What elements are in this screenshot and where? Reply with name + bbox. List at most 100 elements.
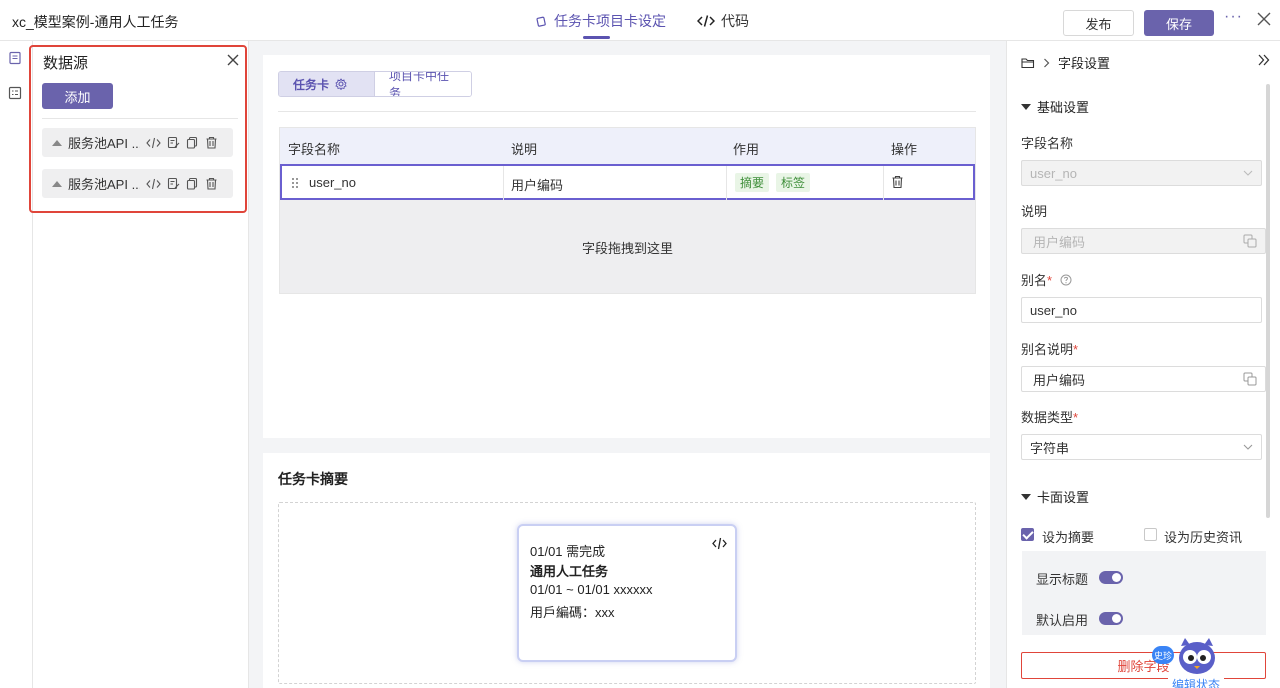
alias-value: user_no: [1030, 302, 1077, 318]
data-type-label-text: 数据类型: [1021, 410, 1074, 425]
label-tag: 标签: [776, 173, 811, 192]
code-icon[interactable]: [146, 137, 161, 149]
code-icon[interactable]: [712, 537, 727, 550]
assistant-tip: 编辑状态: [1168, 676, 1225, 688]
segment-project-card-task[interactable]: 项目卡中任务: [374, 72, 471, 96]
chevron-down-icon: [1243, 444, 1253, 450]
alias-label: 别名*: [1021, 270, 1072, 289]
column-header: 说明: [511, 142, 538, 157]
tab-code[interactable]: 代码: [697, 11, 749, 31]
close-icon[interactable]: [226, 53, 240, 67]
datasource-item-label: 服务池API ...: [68, 177, 140, 192]
preview-title: 通用人工任务: [530, 564, 609, 579]
card-type-segmented: 任务卡 项目卡中任务: [278, 71, 472, 97]
field-name-select: user_no: [1021, 160, 1262, 186]
description-label: 说明: [1021, 204, 1048, 219]
column-header: 操作: [891, 142, 918, 157]
help-icon[interactable]: [1060, 274, 1072, 286]
table-row[interactable]: user_no 用户编码 摘要 标签: [280, 164, 975, 200]
basic-settings-section[interactable]: 基础设置: [1021, 97, 1089, 116]
preview-due: 01/01 需完成: [530, 544, 606, 559]
alias-desc-label: 别名说明*: [1021, 342, 1079, 357]
alias-desc-input[interactable]: 用户编码: [1021, 366, 1266, 392]
datasource-item[interactable]: 服务池API ...: [42, 128, 233, 157]
caret-down-icon: [1021, 103, 1031, 110]
preview-date-range: 01/01 ~ 01/01 xxxxxx: [530, 582, 653, 597]
assistant-badge: 史珍: [1152, 646, 1174, 664]
add-datasource-button[interactable]: 添加: [42, 83, 113, 109]
breadcrumb: 字段设置: [1021, 53, 1110, 72]
drop-zone-hint[interactable]: 字段拖拽到这里: [280, 238, 975, 257]
folder-icon: [1021, 57, 1035, 68]
card-settings-title: 卡面设置: [1037, 490, 1090, 505]
card-settings-section[interactable]: 卡面设置: [1021, 487, 1089, 506]
summary-title: 任务卡摘要: [278, 471, 348, 487]
column-separator: [503, 166, 504, 200]
trash-icon[interactable]: [205, 136, 218, 149]
description-input: 用户编码: [1021, 228, 1266, 254]
show-title-label: 显示标题: [1036, 572, 1089, 587]
set-summary-checkbox[interactable]: [1021, 528, 1034, 541]
data-type-value: 字符串: [1030, 440, 1070, 456]
translate-icon: [1243, 234, 1257, 248]
copy-icon[interactable]: [186, 136, 199, 149]
trash-icon[interactable]: [891, 175, 904, 189]
column-separator: [883, 166, 884, 200]
task-card-preview[interactable]: 01/01 需完成 通用人工任务 01/01 ~ 01/01 xxxxxx 用戶…: [517, 524, 737, 662]
field-name-label: 字段名称: [1021, 136, 1074, 151]
preview-user-code: 用戶編碼：xxx: [530, 605, 615, 620]
field-name-value: user_no: [1030, 165, 1077, 181]
tab-card-settings-label: 任务卡项目卡设定: [554, 13, 666, 29]
table-header: 字段名称 说明 作用 操作: [280, 128, 975, 164]
datasource-title: 数据源: [43, 55, 89, 72]
summary-tag: 摘要: [735, 173, 770, 192]
basic-settings-title: 基础设置: [1037, 100, 1090, 115]
datasource-rail-icon[interactable]: [8, 51, 22, 65]
show-title-toggle[interactable]: [1099, 571, 1123, 584]
data-type-label: 数据类型*: [1021, 410, 1079, 425]
alias-input[interactable]: user_no: [1021, 297, 1262, 323]
segment-task-card-label: 任务卡: [293, 77, 330, 92]
datasource-item[interactable]: 服务池API ...: [42, 169, 233, 198]
data-type-select[interactable]: 字符串: [1021, 434, 1262, 460]
more-icon[interactable]: ···: [1224, 8, 1243, 26]
edit-icon[interactable]: [167, 136, 180, 149]
copy-icon[interactable]: [186, 177, 199, 190]
drag-handle-icon[interactable]: [291, 177, 299, 189]
description-value: 用户编码: [1033, 234, 1086, 250]
datasource-item-label: 服务池API ...: [68, 136, 140, 151]
set-summary-label: 设为摘要: [1042, 530, 1095, 545]
trash-icon[interactable]: [205, 177, 218, 190]
edit-icon[interactable]: [167, 177, 180, 190]
collapse-triangle-icon[interactable]: [52, 180, 62, 187]
caret-down-icon: [1021, 493, 1031, 500]
scrollbar[interactable]: [1266, 84, 1270, 518]
save-button[interactable]: 保存: [1144, 10, 1214, 36]
code-icon: [697, 15, 715, 27]
set-history-checkbox[interactable]: [1144, 528, 1157, 541]
default-enable-toggle[interactable]: [1099, 612, 1123, 625]
close-icon[interactable]: [1257, 12, 1271, 26]
tab-code-label: 代码: [721, 13, 749, 29]
tab-card-settings[interactable]: 任务卡项目卡设定: [536, 11, 666, 31]
column-separator: [726, 166, 727, 200]
code-icon[interactable]: [146, 178, 161, 190]
chevron-down-icon: [1243, 170, 1253, 176]
alias-label-text: 别名: [1021, 273, 1048, 288]
breadcrumb-current: 字段设置: [1058, 56, 1111, 71]
divider: [278, 111, 976, 112]
description-cell: 用户编码: [511, 178, 564, 193]
collapse-triangle-icon[interactable]: [52, 139, 62, 146]
list-rail-icon[interactable]: [8, 86, 22, 100]
column-header: 作用: [733, 142, 760, 157]
collapse-panel-icon[interactable]: [1257, 54, 1270, 66]
segment-task-card[interactable]: 任务卡: [279, 72, 374, 96]
divider: [42, 118, 238, 119]
publish-button[interactable]: 发布: [1063, 10, 1134, 36]
alias-desc-value: 用户编码: [1033, 372, 1086, 388]
alias-desc-label-text: 别名说明: [1021, 342, 1074, 357]
gear-icon[interactable]: [335, 78, 347, 90]
translate-icon[interactable]: [1243, 372, 1257, 386]
active-tab-indicator: [583, 36, 610, 39]
chevron-right-icon: [1044, 58, 1050, 67]
